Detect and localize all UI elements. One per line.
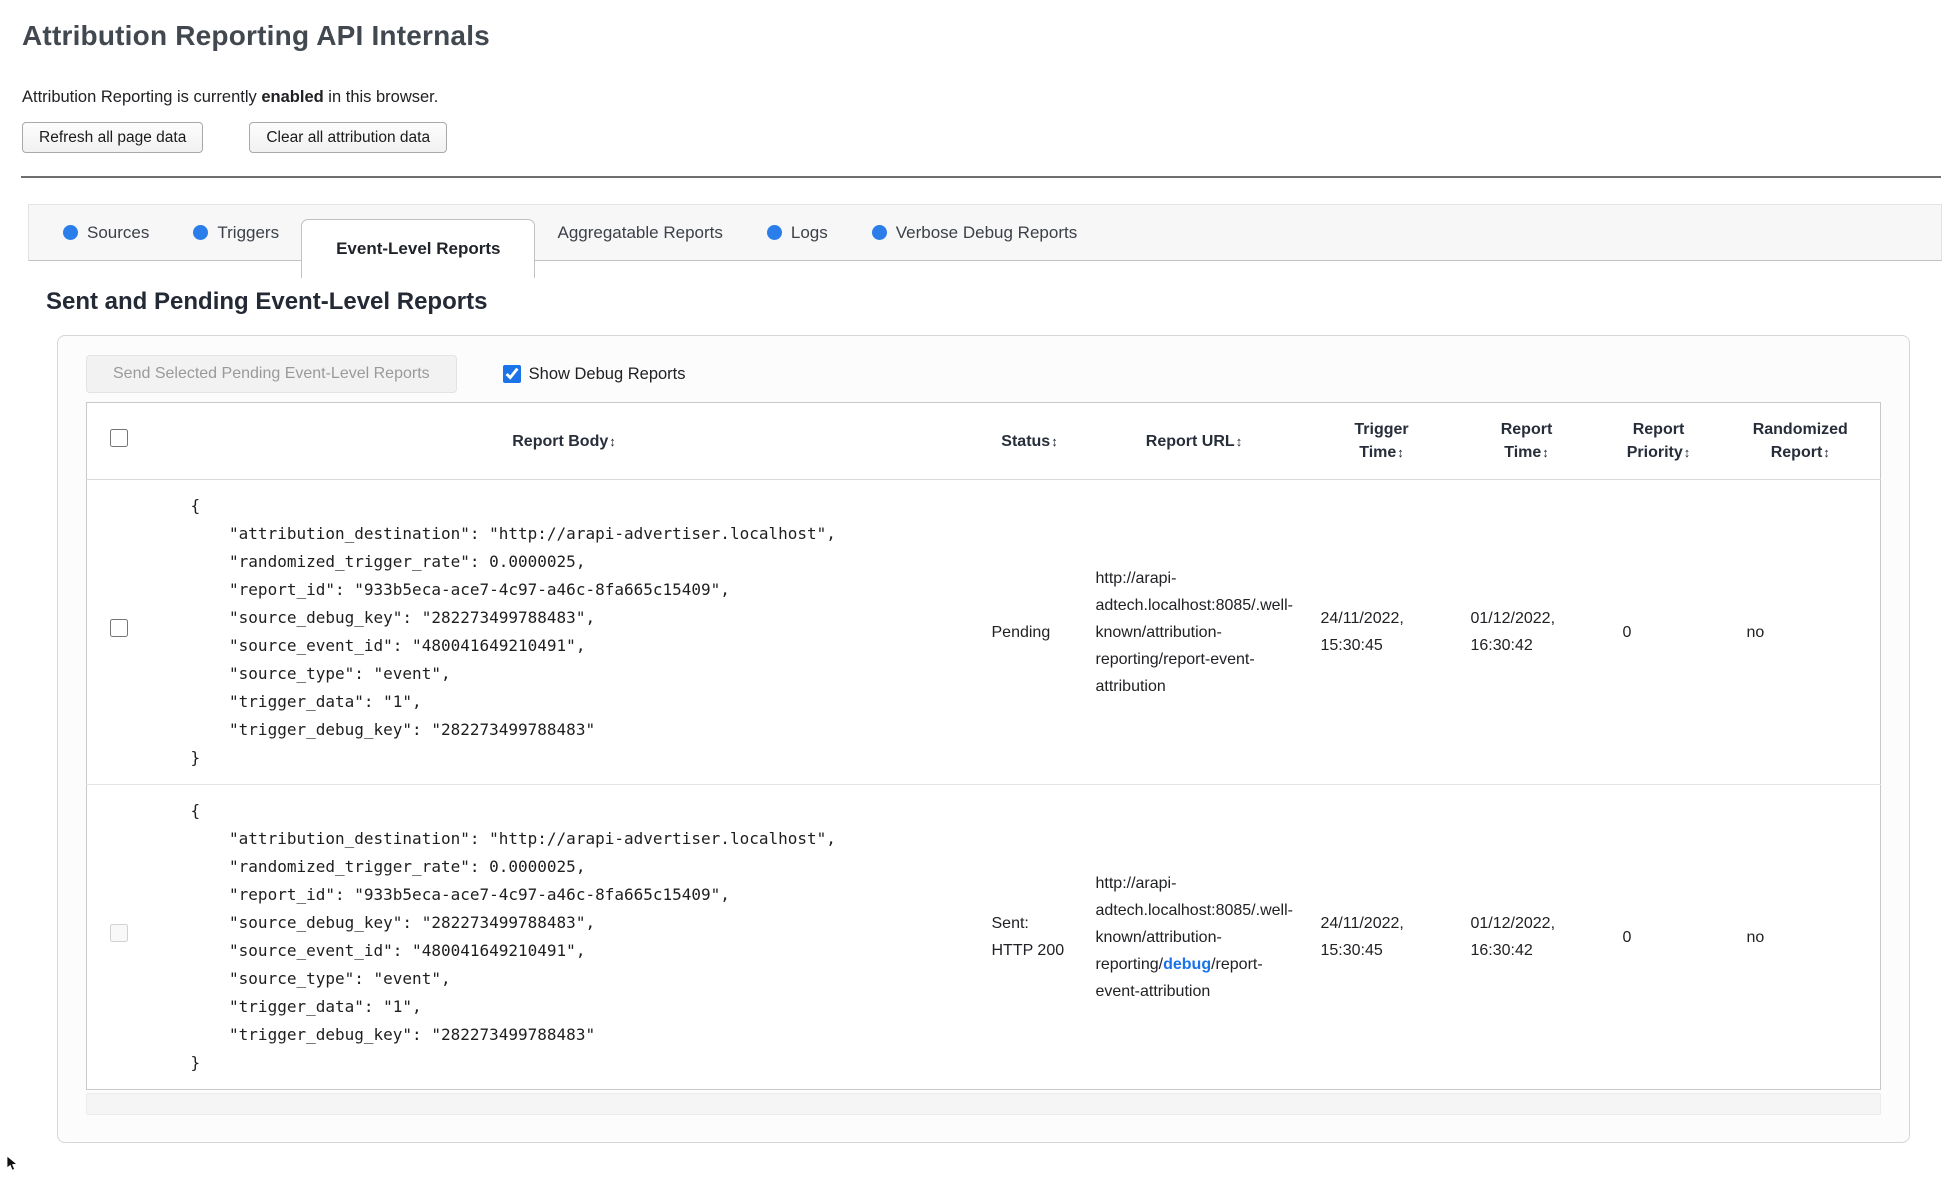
- row-select-checkbox-disabled[interactable]: [109, 923, 128, 942]
- report-body-cell: { "attribution_destination": "http://ara…: [151, 480, 978, 785]
- tab-label: Triggers: [217, 222, 280, 242]
- section-heading: Sent and Pending Event-Level Reports: [46, 288, 488, 315]
- show-debug-checkbox[interactable]: [502, 365, 521, 383]
- debug-url-segment: debug: [1163, 955, 1212, 973]
- tab-label: Sources: [87, 222, 150, 242]
- report-body-cell: { "attribution_destination": "http://ara…: [150, 784, 978, 1090]
- report-status: Sent: HTTP 200: [977, 784, 1082, 1090]
- report-url-text: http://arapi-adtech.localhost:8085/.well…: [1095, 569, 1293, 695]
- report-body-json: { "attribution_destination": "http://ara…: [190, 496, 836, 767]
- tab-verbose-debug-reports[interactable]: Verbose Debug Reports: [850, 205, 1099, 260]
- sort-icon: ↕: [1823, 445, 1830, 460]
- send-selected-button[interactable]: Send Selected Pending Event-Level Report…: [86, 355, 457, 393]
- tab-sources[interactable]: Sources: [41, 205, 171, 260]
- header-divider: [21, 176, 1941, 178]
- tab-event-level-reports[interactable]: Event-Level Reports: [301, 219, 536, 278]
- report-time: 01/12/2022, 16:30:42: [1456, 784, 1597, 1090]
- column-header-status[interactable]: Status↕: [977, 402, 1082, 480]
- toolbar: Refresh all page data Clear all attribut…: [22, 122, 1926, 153]
- clear-all-button[interactable]: Clear all attribution data: [249, 122, 448, 153]
- tab-logs[interactable]: Logs: [745, 205, 850, 260]
- report-row-sent: { "attribution_destination": "http://ara…: [86, 784, 1881, 1090]
- tab-label: Aggregatable Reports: [557, 222, 723, 242]
- report-time: 01/12/2022, 16:30:42: [1470, 610, 1556, 654]
- column-header-report-url[interactable]: Report URL↕: [1081, 402, 1307, 480]
- sort-icon: ↕: [1235, 433, 1243, 449]
- mouse-cursor-icon: [6, 1155, 19, 1177]
- column-header-randomized-report[interactable]: Randomized Report↕: [1720, 402, 1881, 480]
- trigger-time: 24/11/2022, 15:30:45: [1320, 610, 1404, 654]
- refresh-all-button[interactable]: Refresh all page data: [22, 122, 204, 153]
- report-priority: 0: [1622, 623, 1632, 641]
- report-status: Pending: [991, 623, 1051, 641]
- column-header-report-priority[interactable]: Report Priority↕: [1596, 402, 1721, 480]
- tab-label: Event-Level Reports: [336, 239, 501, 258]
- row-select-cell: [86, 784, 151, 1090]
- randomized-report: no: [1746, 623, 1765, 641]
- row-select-cell: [87, 480, 151, 785]
- column-header-report-time[interactable]: Report Time↕: [1456, 402, 1597, 480]
- status-suffix: in this browser.: [323, 88, 439, 106]
- sort-icon: ↕: [1542, 445, 1549, 460]
- blue-dot-icon: [63, 225, 78, 240]
- tab-label: Logs: [790, 222, 828, 242]
- show-debug-label: Show Debug Reports: [528, 364, 686, 383]
- table-header-row: Report Body↕ Status↕ Report URL↕ Trigger…: [86, 402, 1881, 480]
- sort-icon: ↕: [1397, 445, 1404, 460]
- blue-dot-icon: [766, 225, 782, 240]
- sort-icon: ↕: [1051, 433, 1058, 449]
- api-status-text: Attribution Reporting is currently enabl…: [22, 88, 1926, 107]
- status-prefix: Attribution Reporting is currently: [22, 88, 262, 106]
- table-footer-strip: [86, 1093, 1881, 1115]
- report-row-pending: { "attribution_destination": "http://ara…: [87, 480, 1881, 785]
- tab-triggers[interactable]: Triggers: [171, 205, 301, 260]
- blue-dot-icon: [193, 225, 209, 240]
- column-header-report-body[interactable]: Report Body↕: [150, 402, 978, 480]
- page-title: Attribution Reporting API Internals: [22, 20, 490, 51]
- report-url: http://arapi-adtech.localhost:8085/.well…: [1082, 480, 1307, 785]
- page-header: Attribution Reporting API Internals Attr…: [0, 0, 1948, 153]
- select-all-checkbox[interactable]: [109, 428, 128, 447]
- randomized-report: no: [1720, 784, 1881, 1090]
- report-url: http://arapi-adtech.localhost:8085/.well…: [1081, 784, 1307, 1090]
- trigger-time: 24/11/2022, 15:30:45: [1306, 784, 1457, 1090]
- blue-dot-icon: [871, 225, 887, 240]
- reports-panel: Send Selected Pending Event-Level Report…: [57, 335, 1910, 1143]
- reports-table: Report Body↕ Status↕ Report URL↕ Trigger…: [86, 402, 1881, 1090]
- row-select-checkbox[interactable]: [109, 618, 128, 637]
- column-header-trigger-time[interactable]: Trigger Time↕: [1306, 402, 1457, 480]
- tab-strip: Sources Triggers Event-Level Reports Agg…: [28, 204, 1942, 278]
- select-all-header: [86, 402, 151, 480]
- tab-aggregatable-reports[interactable]: Aggregatable Reports: [535, 205, 744, 260]
- sort-icon: ↕: [609, 433, 616, 449]
- sort-icon: ↕: [1683, 445, 1691, 460]
- report-priority: 0: [1596, 784, 1721, 1090]
- tab-label: Verbose Debug Reports: [895, 222, 1078, 242]
- status-enabled: enabled: [261, 88, 324, 106]
- show-debug-toggle[interactable]: Show Debug Reports: [502, 364, 686, 384]
- report-body-json: { "attribution_destination": "http://ara…: [190, 801, 836, 1072]
- panel-controls: Send Selected Pending Event-Level Report…: [86, 355, 1881, 393]
